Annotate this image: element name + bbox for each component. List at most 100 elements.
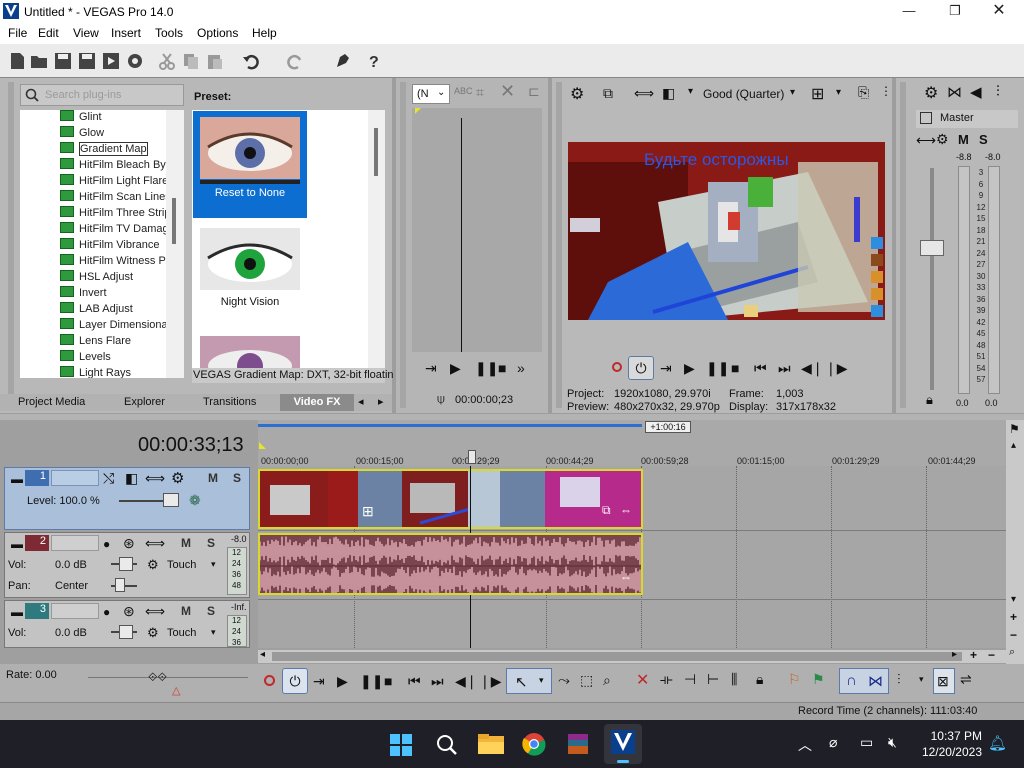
preset-list[interactable]: Reset to None Night Vision xyxy=(192,110,385,368)
track-mute-button[interactable]: M xyxy=(208,471,218,485)
track-number[interactable]: 1 xyxy=(25,470,49,486)
arm-record-icon[interactable]: ● xyxy=(103,605,110,619)
vegas-taskbar-button[interactable] xyxy=(604,724,642,764)
zoom-in-icon[interactable]: + xyxy=(970,648,977,662)
track-layers-icon[interactable]: ❁ xyxy=(189,492,201,509)
next-frame-icon[interactable]: ❘▶ xyxy=(825,360,848,377)
undo-icon[interactable] xyxy=(242,52,260,70)
track-solo-button[interactable]: S xyxy=(207,536,215,550)
tab-scroll-left-icon[interactable]: ◂ xyxy=(358,394,364,411)
next-frame-icon[interactable]: ❘▶ xyxy=(479,673,502,690)
stop-icon[interactable]: ■ xyxy=(731,360,739,376)
menu-help[interactable]: Help xyxy=(252,26,277,40)
automation-mode-icon[interactable]: ⇌ xyxy=(960,671,972,688)
panel-grip[interactable] xyxy=(556,82,562,408)
scroll-right-icon[interactable]: ▸ xyxy=(952,649,957,660)
master-dim-icon[interactable]: ◀ xyxy=(970,83,982,101)
rate-slider[interactable] xyxy=(88,677,248,678)
trimmer-source-dropdown[interactable]: (N ⌄ xyxy=(412,84,450,104)
event-resize-icon[interactable]: ⇔ xyxy=(620,570,632,584)
chrome-icon[interactable] xyxy=(522,732,546,756)
loop-playback-icon[interactable]: ⏻ xyxy=(628,356,654,380)
master-mixer-icon[interactable]: ⫶ xyxy=(996,83,1000,100)
track-fx-icon[interactable]: ⊛ xyxy=(123,603,135,620)
pan-crop-icon[interactable]: ⊞ xyxy=(362,503,374,520)
trim-icon[interactable]: ⟛ xyxy=(660,671,673,688)
chevron-down-icon[interactable]: ▾ xyxy=(919,674,924,685)
trimmer-play-icon[interactable]: ▶ xyxy=(450,360,461,377)
previous-frame-icon[interactable]: ◀❘ xyxy=(801,360,824,377)
insert-marker-icon[interactable]: ⚐ xyxy=(788,671,801,688)
track-fx-icon[interactable]: ⊛ xyxy=(123,535,135,552)
track-insert-icon[interactable]: ⟺ xyxy=(145,535,165,552)
split-screen-icon[interactable]: ⟺ xyxy=(634,85,654,102)
trimmer-more-icon[interactable]: » xyxy=(517,360,525,376)
master-gear-icon[interactable]: ⚙ xyxy=(924,83,938,103)
display-icon[interactable]: ▭ xyxy=(860,734,873,751)
paste-icon[interactable] xyxy=(206,52,224,70)
start-windows-icon[interactable] xyxy=(390,734,412,756)
pause-icon[interactable]: ❚❚ xyxy=(706,360,729,377)
track-zoom-in-icon[interactable]: + xyxy=(1010,610,1017,624)
track-collapse-icon[interactable]: ▬ xyxy=(11,537,23,551)
selection-tool-icon[interactable]: ⬚ xyxy=(580,672,593,689)
notification-bell-icon[interactable]: 🔔︎ xyxy=(988,734,1007,752)
track-name-field[interactable] xyxy=(51,535,99,551)
track-number[interactable]: 3 xyxy=(25,603,49,619)
scroll-thumb[interactable] xyxy=(272,652,962,661)
trimmer-stop-icon[interactable]: ■ xyxy=(498,360,506,376)
scroll-left-icon[interactable]: ◂ xyxy=(260,649,265,660)
snapping-magnet-icon[interactable]: ∩ xyxy=(846,672,857,689)
automation-mode-select[interactable]: Touch xyxy=(167,627,196,639)
envelope-tool-icon[interactable]: ⤳ xyxy=(558,672,570,689)
go-to-start-icon[interactable]: ⏮ xyxy=(408,673,421,690)
automation-mode-select[interactable]: Touch xyxy=(167,559,196,571)
lock-icon[interactable]: 🔒︎ xyxy=(926,392,933,408)
track-zoom-out-icon[interactable]: − xyxy=(1010,628,1017,642)
cut-icon[interactable] xyxy=(158,52,176,70)
master-solo-button[interactable]: S xyxy=(979,132,988,147)
overlay-grid-icon[interactable]: ⊞ xyxy=(811,84,824,104)
tab-transitions[interactable]: Transitions xyxy=(203,394,256,411)
close-button[interactable]: ✕ xyxy=(976,0,1022,24)
panel-grip[interactable] xyxy=(400,82,406,408)
clock-date[interactable]: 12/20/2023 xyxy=(910,745,982,759)
copy-snapshot-icon[interactable]: ⎘ xyxy=(858,84,869,101)
track-motion-icon[interactable]: ⤭ xyxy=(103,470,114,487)
trimmer-pause-icon[interactable]: ❚❚ xyxy=(475,360,498,377)
zoom-out-icon[interactable]: − xyxy=(988,648,995,662)
track-number[interactable]: 2 xyxy=(25,535,49,551)
master-downmix-icon[interactable]: ⋈ xyxy=(947,83,962,101)
event-fx-icon[interactable]: ⧉ xyxy=(602,503,611,518)
tab-video-fx[interactable]: Video FX xyxy=(280,394,354,411)
loop-region-bar[interactable] xyxy=(258,424,642,427)
network-disconnected-icon[interactable]: ⌀ xyxy=(829,734,837,751)
pause-icon[interactable]: ❚❚ xyxy=(360,673,383,690)
master-fx-gear-icon[interactable]: ⚙ xyxy=(936,131,949,148)
help-cursor-icon[interactable]: ? xyxy=(366,52,384,70)
chevron-down-icon[interactable]: ▾ xyxy=(211,559,216,570)
audio-track-header[interactable]: ▬ 3 ● ⊛ ⟺ M S -Inf. 12 24 36 Vol: 0.0 dB… xyxy=(4,600,250,648)
pan-slider-handle[interactable] xyxy=(115,578,125,592)
plugin-tree-scrollbar[interactable] xyxy=(166,110,184,378)
master-fader-handle[interactable] xyxy=(920,240,944,256)
abc-icon[interactable]: ABC xyxy=(454,86,473,96)
winrar-icon[interactable] xyxy=(566,732,590,756)
chevron-down-icon[interactable]: ▾ xyxy=(688,86,693,97)
track-mute-button[interactable]: M xyxy=(181,536,191,550)
automation-gear-icon[interactable]: ⚙ xyxy=(147,625,159,641)
open-folder-icon[interactable] xyxy=(30,52,48,70)
pin-icon[interactable]: ⊏ xyxy=(528,83,540,100)
compositing-mode-icon[interactable]: ◧ xyxy=(125,470,138,487)
record-icon[interactable] xyxy=(264,675,275,686)
menu-insert[interactable]: Insert xyxy=(111,26,141,40)
trimmer-play-start-icon[interactable]: ⇥ xyxy=(425,360,437,377)
record-icon[interactable] xyxy=(612,362,622,372)
timeline-vscroll[interactable]: ⚑ ▴ ▾ + − ⌕ xyxy=(1006,420,1024,664)
external-monitor-icon[interactable]: ⧉ xyxy=(603,85,613,102)
scroll-thumb[interactable] xyxy=(374,128,378,176)
master-select-icon[interactable] xyxy=(920,112,932,124)
arm-record-icon[interactable]: ● xyxy=(103,537,110,551)
vol-slider-handle[interactable] xyxy=(119,625,133,639)
auto-crossfade-icon[interactable]: ⋈ xyxy=(868,672,883,690)
